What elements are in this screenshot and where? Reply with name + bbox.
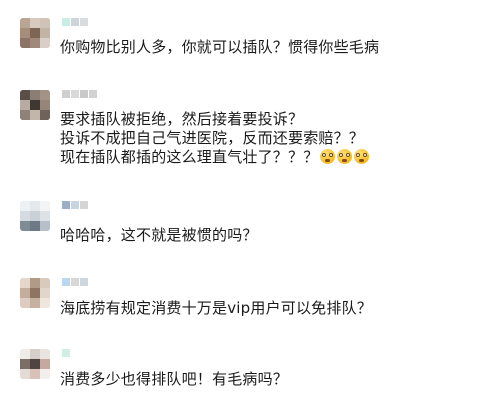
comment-line: 你购物比别人多，你就可以插队？惯得你些毛病 — [60, 38, 380, 56]
user-avatar[interactable] — [20, 201, 50, 231]
comment-line: 现在插队都插的这么理直气壮了？？？ — [60, 148, 370, 167]
nickname-mosaic[interactable] — [62, 349, 70, 358]
comment-line: 哈哈哈，这不就是被惯的吗？ — [60, 226, 258, 244]
dizzy-face-emoji-icon — [354, 149, 370, 164]
comment-line: 海底捞有规定消费十万是vip用户可以免排队？ — [60, 299, 372, 317]
user-avatar[interactable] — [20, 90, 50, 120]
comment-line: 消费多少也得排队吧！有毛病吗？ — [60, 370, 289, 388]
dizzy-face-emoji-icon — [320, 149, 336, 164]
comment-line: 投诉不成把自己气进医院，反而还要索赔？？ — [60, 129, 365, 147]
nickname-mosaic[interactable] — [62, 201, 88, 210]
comment-text: 消费多少也得排队吧！有毛病吗？ — [60, 370, 288, 389]
nickname-mosaic[interactable] — [62, 18, 88, 27]
comment-text: 哈哈哈，这不就是被惯的吗？ — [60, 226, 258, 245]
dizzy-face-emoji-icon — [337, 149, 353, 164]
user-avatar[interactable] — [20, 18, 50, 48]
nickname-mosaic[interactable] — [62, 90, 97, 99]
comment-text: 海底捞有规定消费十万是vip用户可以免排队？ — [60, 299, 372, 318]
user-avatar[interactable] — [20, 278, 50, 308]
user-avatar[interactable] — [20, 349, 50, 379]
comment-text: 要求插队被拒绝，然后接着要投诉？ 投诉不成把自己气进医院，反而还要索赔？？ 现在… — [60, 110, 370, 167]
comment-line: 要求插队被拒绝，然后接着要投诉？ — [60, 110, 304, 128]
nickname-mosaic[interactable] — [62, 278, 88, 287]
comment-line-text: 现在插队都插的这么理直气壮了？？？ — [60, 148, 319, 166]
comment-text: 你购物比别人多，你就可以插队？惯得你些毛病 — [60, 38, 379, 57]
